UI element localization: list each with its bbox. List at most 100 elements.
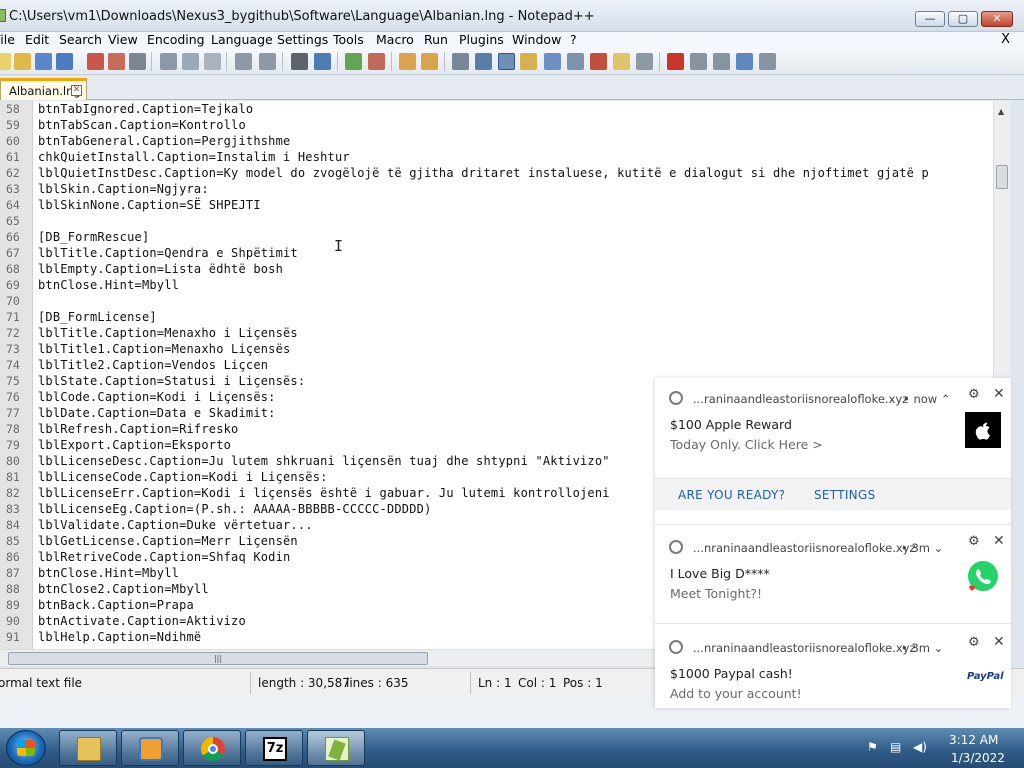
stop-macro-icon[interactable] bbox=[690, 53, 707, 70]
clock-time[interactable]: 3:12 AM bbox=[949, 733, 998, 747]
editor-line[interactable]: 63 lblSkin.Caption=Ngjyra: bbox=[0, 181, 1000, 197]
function-list-icon[interactable] bbox=[567, 53, 584, 70]
menu-edit[interactable]: Edit bbox=[25, 32, 49, 48]
menu-tools[interactable]: Tools bbox=[333, 32, 364, 48]
menu-language[interactable]: Language bbox=[211, 32, 273, 48]
word-wrap-icon[interactable] bbox=[452, 53, 469, 70]
save-icon[interactable] bbox=[35, 53, 52, 70]
close-icon[interactable]: ✕ bbox=[993, 533, 1005, 549]
record-macro-icon[interactable] bbox=[667, 53, 684, 70]
cut-icon[interactable] bbox=[160, 53, 177, 70]
menu-file[interactable]: File bbox=[0, 32, 15, 48]
save-all-icon[interactable] bbox=[56, 53, 73, 70]
close-button[interactable]: ✕ bbox=[981, 11, 1013, 27]
gear-icon[interactable]: ⚙ bbox=[968, 635, 980, 650]
toolbar-separator bbox=[444, 52, 445, 71]
menu-window[interactable]: Window bbox=[512, 32, 561, 48]
line-text: btnClose2.Caption=Mbyll bbox=[38, 582, 209, 596]
taskbar-media-player[interactable] bbox=[121, 730, 179, 766]
menu-search[interactable]: Search bbox=[59, 32, 102, 48]
redo-icon[interactable] bbox=[259, 53, 276, 70]
volume-icon[interactable]: ◀) bbox=[913, 740, 927, 754]
sync-vertical-icon[interactable] bbox=[399, 53, 416, 70]
menu-plugins[interactable]: Plugins bbox=[459, 32, 504, 48]
copy-icon[interactable] bbox=[182, 53, 199, 70]
title-bar[interactable]: C:\Users\vm1\Downloads\Nexus3_bygithub\S… bbox=[0, 0, 1024, 32]
line-text: chkQuietInstall.Caption=Instalim i Hesht… bbox=[38, 150, 350, 164]
menu-settings[interactable]: Settings bbox=[277, 32, 328, 48]
zoom-out-icon[interactable] bbox=[368, 53, 385, 70]
gear-icon[interactable]: ⚙ bbox=[968, 387, 980, 402]
replace-icon[interactable] bbox=[314, 53, 331, 70]
line-text: lblTitle2.Caption=Vendos Liçcen bbox=[38, 358, 269, 372]
editor-line[interactable]: 59 btnTabScan.Caption=Kontrollo bbox=[0, 117, 1000, 133]
show-all-chars-icon[interactable] bbox=[475, 53, 492, 70]
monitoring-icon[interactable] bbox=[636, 53, 653, 70]
play-macro-icon[interactable] bbox=[713, 53, 730, 70]
undo-icon[interactable] bbox=[235, 53, 252, 70]
menu-view[interactable]: View bbox=[108, 32, 138, 48]
save-macro-icon[interactable] bbox=[759, 53, 776, 70]
menu-encoding[interactable]: Encoding bbox=[147, 32, 205, 48]
editor-line[interactable]: 61 chkQuietInstall.Caption=Instalim i Hes… bbox=[0, 149, 1000, 165]
run-macro-multiple-icon[interactable] bbox=[736, 53, 753, 70]
find-icon[interactable] bbox=[291, 53, 308, 70]
editor-line[interactable]: 65 bbox=[0, 213, 1000, 229]
editor-line[interactable]: 67 lblTitle.Caption=Qendra e Shpëtimit bbox=[0, 245, 1000, 261]
close-document-button[interactable]: X bbox=[1001, 32, 1010, 48]
editor-line[interactable]: 60 btnTabGeneral.Caption=Pergjithshme bbox=[0, 133, 1000, 149]
taskbar-notepadpp[interactable] bbox=[307, 730, 365, 766]
document-map-icon[interactable] bbox=[544, 53, 561, 70]
tab-albanian-lng[interactable]: Albanian.lng ✕ bbox=[0, 78, 87, 100]
close-icon[interactable] bbox=[87, 53, 104, 70]
folder-workspace-icon[interactable] bbox=[613, 53, 630, 70]
new-file-icon[interactable] bbox=[0, 53, 11, 70]
start-button[interactable] bbox=[6, 730, 46, 766]
zoom-in-icon[interactable] bbox=[345, 53, 362, 70]
editor-line[interactable]: 70 bbox=[0, 293, 1000, 309]
menu-run[interactable]: Run bbox=[424, 32, 448, 48]
notification-meet-tonight[interactable]: ...nraninaandleastoriisnorealofloke.xyz … bbox=[655, 525, 1011, 623]
minimize-button[interactable]: — bbox=[915, 11, 945, 27]
taskbar-explorer[interactable] bbox=[59, 730, 117, 766]
maximize-button[interactable]: ▢ bbox=[948, 11, 978, 27]
paste-icon[interactable] bbox=[204, 53, 221, 70]
close-icon[interactable]: ✕ bbox=[993, 634, 1005, 650]
taskbar-chrome[interactable] bbox=[183, 730, 241, 766]
tab-close-icon[interactable]: ✕ bbox=[71, 85, 82, 96]
editor-line[interactable]: 64 lblSkinNone.Caption=SË SHPEJTI bbox=[0, 197, 1000, 213]
action-center-icon[interactable]: ⚑ bbox=[867, 740, 878, 754]
editor-line[interactable]: 62 lblQuietInstDesc.Caption=Ky model do z… bbox=[0, 165, 1000, 181]
menu-help[interactable]: ? bbox=[570, 32, 577, 48]
editor-line[interactable]: 74 lblTitle2.Caption=Vendos Liçcen bbox=[0, 357, 1000, 373]
chrome-icon bbox=[669, 391, 683, 405]
close-all-icon[interactable] bbox=[108, 53, 125, 70]
editor-line[interactable]: 73 lblTitle1.Caption=Menaxho Liçensës bbox=[0, 341, 1000, 357]
editor-line[interactable]: 71 [DB_FormLicense] bbox=[0, 309, 1000, 325]
sync-horizontal-icon[interactable] bbox=[421, 53, 438, 70]
taskbar-7zip[interactable]: 7z bbox=[245, 730, 303, 766]
vertical-scroll-thumb[interactable] bbox=[996, 165, 1008, 189]
clock-date[interactable]: 1/3/2022 bbox=[951, 751, 1005, 765]
print-icon[interactable] bbox=[129, 53, 146, 70]
gear-icon[interactable]: ⚙ bbox=[968, 534, 980, 549]
scroll-up-icon[interactable]: ▲ bbox=[998, 107, 1004, 116]
line-text: lblRefresh.Caption=Rifresko bbox=[38, 422, 239, 436]
open-file-icon[interactable] bbox=[14, 53, 31, 70]
settings-button[interactable]: SETTINGS bbox=[814, 488, 875, 502]
are-you-ready-button[interactable]: ARE YOU READY? bbox=[678, 488, 785, 502]
editor-line[interactable]: 68 lblEmpty.Caption=Lista ëdhtë bosh bbox=[0, 261, 1000, 277]
indent-guide-icon[interactable] bbox=[498, 53, 515, 70]
user-language-icon[interactable] bbox=[520, 53, 537, 70]
editor-line[interactable]: 66 [DB_FormRescue] bbox=[0, 229, 1000, 245]
doc-switcher-icon[interactable] bbox=[590, 53, 607, 70]
close-icon[interactable]: ✕ bbox=[993, 386, 1005, 402]
network-icon[interactable]: ▤ bbox=[890, 740, 901, 754]
editor-line[interactable]: 69 btnClose.Hint=Mbyll bbox=[0, 277, 1000, 293]
menu-macro[interactable]: Macro bbox=[376, 32, 414, 48]
editor-line[interactable]: 58 btnTabIgnored.Caption=Tejkalo bbox=[0, 101, 1000, 117]
horizontal-scroll-thumb[interactable]: ||| bbox=[8, 652, 428, 665]
notification-paypal[interactable]: ...nraninaandleastoriisnorealofloke.xyz … bbox=[655, 624, 1011, 708]
editor-line[interactable]: 72 lblTitle.Caption=Menaxho i Liçensës bbox=[0, 325, 1000, 341]
notification-apple-reward[interactable]: ...raninaandleastoriisnorealofloke.xyz •… bbox=[655, 378, 1011, 524]
